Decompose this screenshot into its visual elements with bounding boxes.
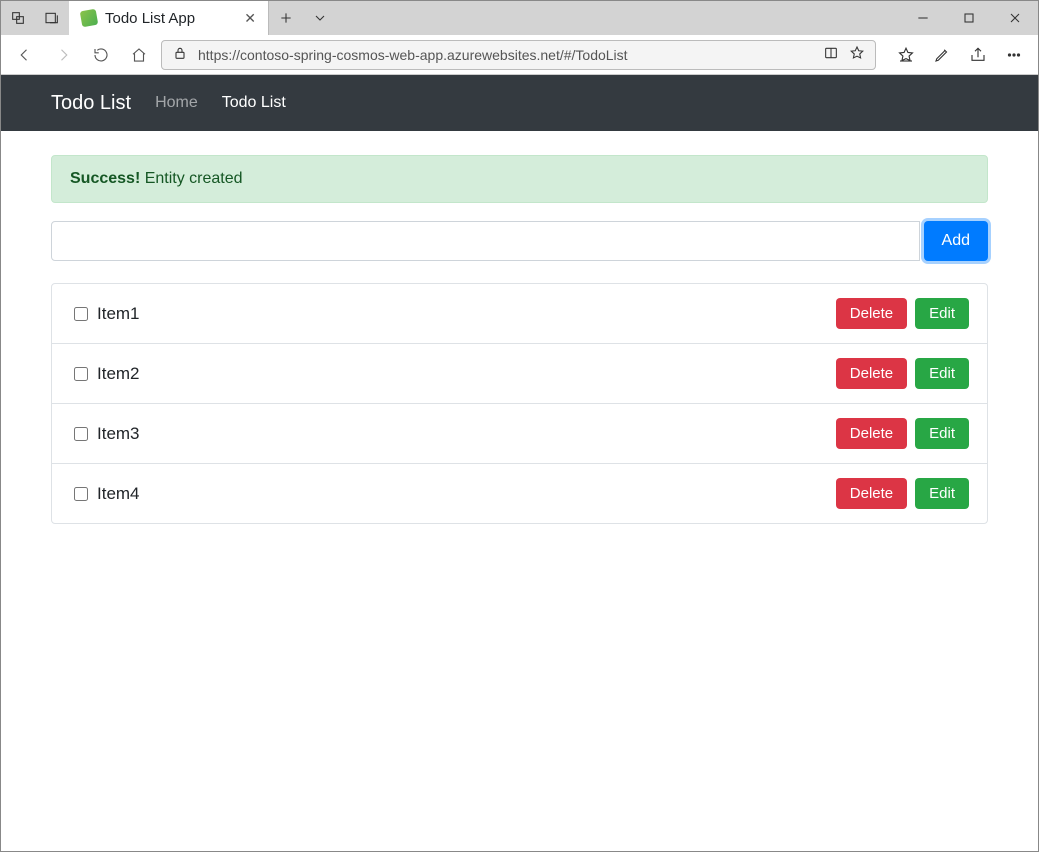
address-bar[interactable]: https://contoso-spring-cosmos-web-app.az… (161, 40, 876, 70)
window-close-icon[interactable] (992, 1, 1038, 35)
add-button[interactable]: Add (924, 221, 988, 261)
todo-label: Item1 (97, 304, 140, 324)
add-item-input[interactable] (51, 221, 920, 261)
window-controls (900, 1, 1038, 35)
window-maximize-icon[interactable] (946, 1, 992, 35)
toolbar-right (882, 39, 1030, 71)
tab-close-icon[interactable]: ✕ (244, 10, 256, 27)
tab-overflow-icon[interactable] (303, 1, 337, 35)
reading-view-icon[interactable] (823, 45, 839, 64)
tab-favicon-icon (80, 9, 99, 28)
favorite-star-icon[interactable] (849, 45, 865, 64)
delete-button[interactable]: Delete (836, 478, 907, 509)
nav-refresh-icon[interactable] (85, 39, 117, 71)
url-toolbar: https://contoso-spring-cosmos-web-app.az… (1, 35, 1038, 75)
nav-back-icon[interactable] (9, 39, 41, 71)
alert-success: Success! Entity created (51, 155, 988, 203)
tab-actions-icon[interactable] (1, 1, 35, 35)
browser-tab[interactable]: Todo List App ✕ (69, 1, 269, 35)
alert-text: Entity created (140, 170, 242, 187)
list-item: Item3 Delete Edit (52, 403, 987, 463)
edit-button[interactable]: Edit (915, 478, 969, 509)
todo-checkbox[interactable] (74, 487, 88, 501)
notes-icon[interactable] (926, 39, 958, 71)
edit-button[interactable]: Edit (915, 418, 969, 449)
tab-strip: Todo List App ✕ (1, 1, 1038, 35)
app-navbar: Todo List Home Todo List (1, 75, 1038, 131)
todo-checkbox[interactable] (74, 367, 88, 381)
tab-title: Todo List App (105, 10, 195, 27)
delete-button[interactable]: Delete (836, 418, 907, 449)
new-tab-icon[interactable] (269, 1, 303, 35)
todo-list: Item1 Delete Edit Item2 Delete Edit Item3 Delet… (51, 283, 988, 524)
settings-more-icon[interactable] (998, 39, 1030, 71)
todo-label: Item4 (97, 484, 140, 504)
nav-link-home[interactable]: Home (155, 94, 198, 112)
delete-button[interactable]: Delete (836, 358, 907, 389)
alert-strong: Success! (70, 170, 140, 187)
edit-button[interactable]: Edit (915, 298, 969, 329)
nav-forward-icon[interactable] (47, 39, 79, 71)
nav-home-icon[interactable] (123, 39, 155, 71)
lock-icon (172, 45, 188, 64)
todo-label: Item2 (97, 364, 140, 384)
edit-button[interactable]: Edit (915, 358, 969, 389)
page-body: Success! Entity created Add Item1 Delete E… (1, 131, 1038, 548)
app-brand[interactable]: Todo List (51, 92, 131, 115)
nav-link-todolist[interactable]: Todo List (222, 94, 286, 112)
delete-button[interactable]: Delete (836, 298, 907, 329)
list-item: Item2 Delete Edit (52, 343, 987, 403)
list-item: Item1 Delete Edit (52, 284, 987, 343)
set-aside-tabs-icon[interactable] (35, 1, 69, 35)
share-icon[interactable] (962, 39, 994, 71)
favorites-icon[interactable] (890, 39, 922, 71)
todo-checkbox[interactable] (74, 307, 88, 321)
todo-checkbox[interactable] (74, 427, 88, 441)
todo-label: Item3 (97, 424, 140, 444)
browser-chrome: Todo List App ✕ https://contoso-spring-c… (1, 1, 1038, 75)
add-item-row: Add (51, 221, 988, 261)
list-item: Item4 Delete Edit (52, 463, 987, 523)
url-text: https://contoso-spring-cosmos-web-app.az… (198, 47, 813, 63)
window-minimize-icon[interactable] (900, 1, 946, 35)
